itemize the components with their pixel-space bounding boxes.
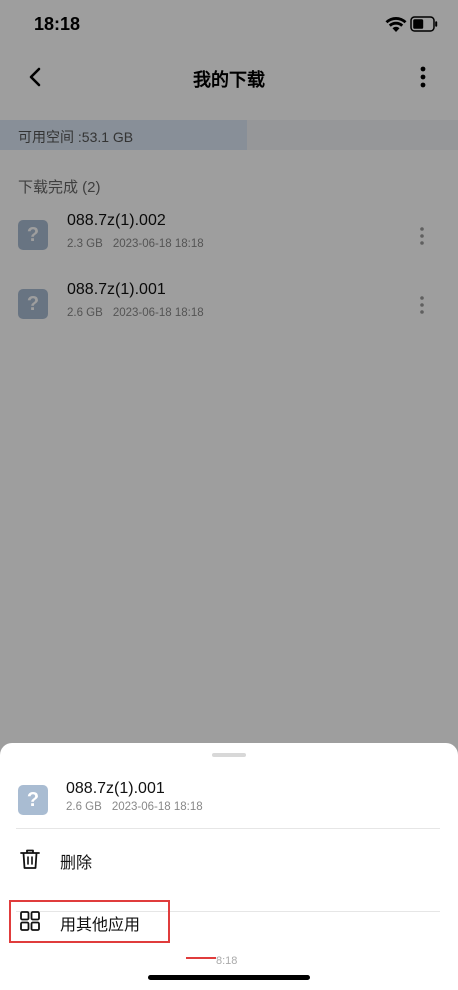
ghost-time: 8:18	[216, 955, 238, 967]
delete-label: 删除	[60, 855, 93, 872]
trash-icon	[20, 849, 40, 869]
file-meta: 2.6 GB 2023-06-18 18:18	[66, 801, 213, 813]
sheet-file-info: ? 088.7z(1).001 2.6 GB 2023-06-18 18:18	[0, 779, 458, 827]
ghost-mark	[186, 957, 216, 959]
file-size: 2.6 GB	[66, 801, 102, 813]
highlight-box	[9, 900, 170, 943]
sheet-grabber[interactable]	[212, 753, 246, 757]
unknown-file-icon: ?	[18, 785, 48, 815]
file-name: 088.7z(1).001	[66, 780, 165, 797]
action-sheet: ? 088.7z(1).001 2.6 GB 2023-06-18 18:18 删…	[0, 743, 458, 990]
divider	[16, 828, 440, 829]
file-date: 2023-06-18 18:18	[111, 801, 203, 813]
home-indicator[interactable]	[148, 975, 310, 980]
delete-button[interactable]: 删除	[0, 835, 458, 885]
